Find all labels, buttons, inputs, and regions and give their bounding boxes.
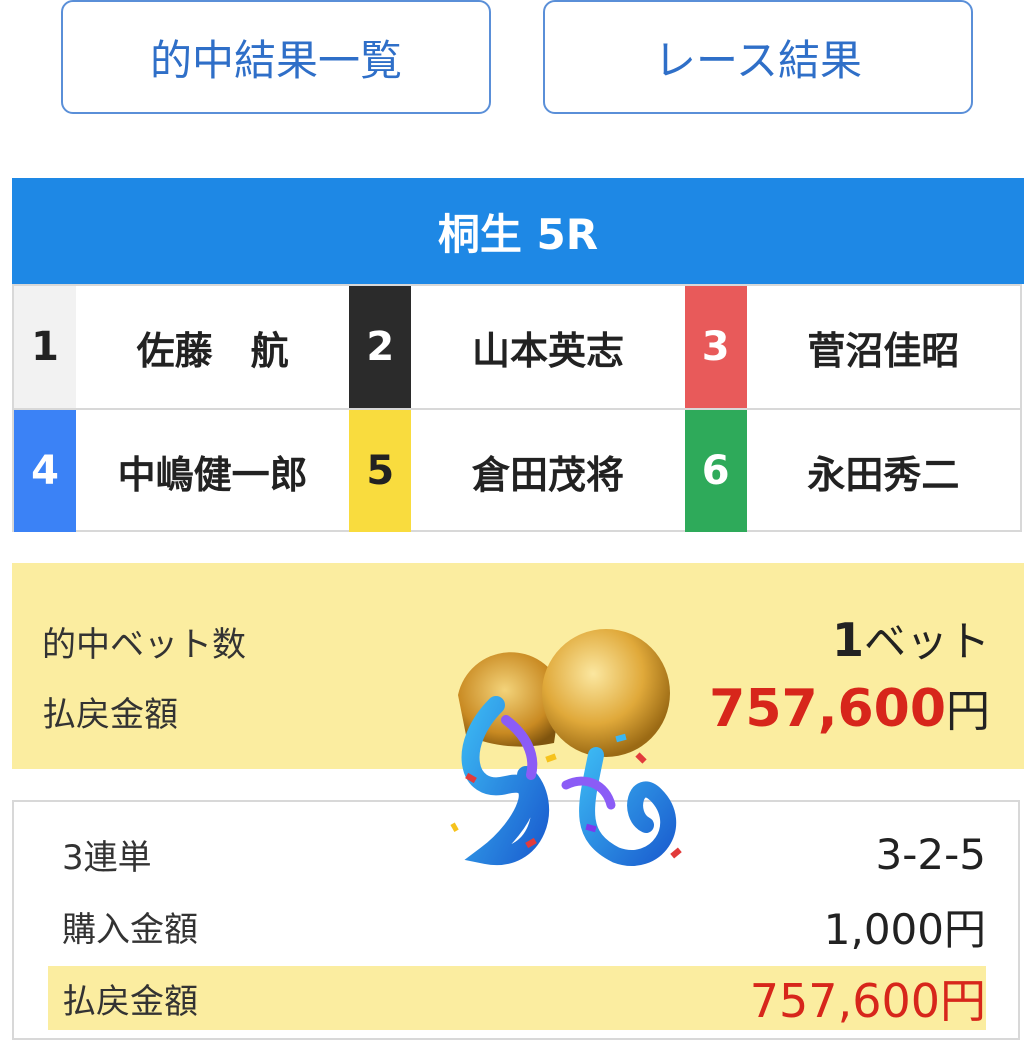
payout-unit: 円 (946, 686, 990, 737)
payout-amount: 757,600 (709, 679, 946, 739)
race-header: 桐生 5R (12, 178, 1024, 284)
purchase-row: 購入金額 1,000円 (48, 894, 986, 958)
bet-type-label: 3連単 (62, 837, 152, 878)
entry-5: 5 倉田茂将 (349, 410, 684, 532)
racer-name: 中嶋健一郎 (117, 452, 308, 497)
boat-number: 4 (14, 410, 76, 532)
racer-name: 佐藤 航 (136, 328, 289, 373)
detail-payout-label: 払戻金額 (62, 981, 198, 1022)
hit-bets-unit: ベット (863, 617, 990, 666)
entry-row: 4 中嶋健一郎 5 倉田茂将 6 永田秀二 (14, 408, 1020, 532)
combination-value: 3-2-5 (875, 829, 986, 879)
hit-bets-number: 1 (831, 613, 864, 667)
racer-name: 菅沼佳昭 (807, 328, 960, 373)
boat-number: 1 (14, 286, 76, 408)
payout-label: 払戻金額 (42, 695, 178, 735)
hits-list-button[interactable]: 的中結果一覧 (61, 0, 491, 114)
race-title: 桐生 5R (437, 209, 599, 259)
boat-number: 5 (349, 410, 412, 532)
entry-1: 1 佐藤 航 (14, 286, 349, 408)
hit-bets-label: 的中ベット数 (42, 625, 246, 665)
purchase-label: 購入金額 (62, 909, 198, 950)
detail-payout-value: 757,600円 (749, 974, 986, 1028)
racer-name: 倉田茂将 (471, 452, 624, 497)
entry-table: 1 佐藤 航 2 山本英志 3 菅沼佳昭 4 中嶋健一郎 5 倉田茂将 6 永田… (12, 284, 1022, 532)
race-results-button[interactable]: レース結果 (543, 0, 973, 114)
boat-number: 2 (349, 286, 412, 408)
boat-number: 3 (684, 286, 747, 408)
racer-name: 山本英志 (471, 328, 624, 373)
boat-number: 6 (684, 410, 747, 532)
entry-4: 4 中嶋健一郎 (14, 410, 349, 532)
detail-payout-row: 払戻金額 757,600円 (48, 966, 986, 1030)
racer-name: 永田秀二 (807, 452, 960, 497)
payout-value: 757,600円 (709, 675, 990, 739)
entry-3: 3 菅沼佳昭 (684, 286, 1020, 408)
party-popper-icon (436, 625, 696, 885)
entry-6: 6 永田秀二 (684, 410, 1020, 532)
entry-row: 1 佐藤 航 2 山本英志 3 菅沼佳昭 (14, 286, 1020, 408)
entry-2: 2 山本英志 (349, 286, 684, 408)
purchase-value: 1,000円 (823, 904, 986, 954)
hit-bets-value: 1ベット (832, 608, 990, 669)
